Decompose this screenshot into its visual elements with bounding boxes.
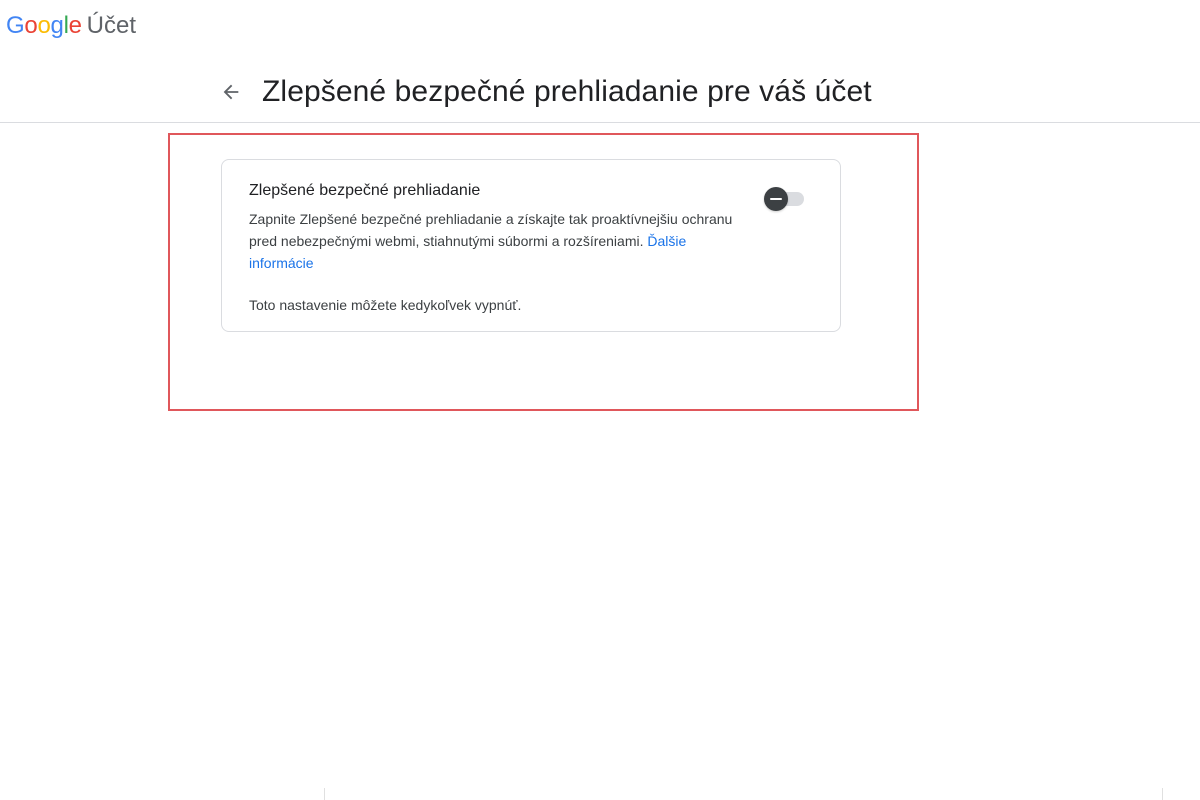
bottom-divider-left: [324, 788, 325, 800]
toggle-off-icon: [764, 187, 788, 211]
back-button[interactable]: [216, 77, 246, 107]
card-note: Toto nastavenie môžete kedykoľvek vypnúť…: [249, 297, 522, 313]
minus-icon: [770, 198, 782, 200]
card-title: Zlepšené bezpečné prehliadanie: [249, 182, 481, 199]
bottom-divider-right: [1162, 788, 1163, 800]
google-wordmark: Google: [6, 12, 82, 40]
arrow-left-icon: [223, 84, 239, 100]
enhanced-safe-browsing-toggle[interactable]: [764, 187, 806, 211]
page-header: Zlepšené bezpečné prehliadanie pre váš ú…: [216, 70, 872, 114]
logo-letter: G: [6, 12, 25, 39]
product-name: Účet: [86, 12, 137, 39]
header-divider: [0, 122, 1200, 123]
logo-letter: o: [37, 12, 51, 39]
logo-letter: e: [68, 12, 82, 39]
google-account-logo[interactable]: Google Účet: [6, 10, 136, 42]
card-description: Zapnite Zlepšené bezpečné prehliadanie a…: [249, 208, 749, 274]
enhanced-safe-browsing-card: Zlepšené bezpečné prehliadanie Zapnite Z…: [221, 159, 841, 332]
page-title: Zlepšené bezpečné prehliadanie pre váš ú…: [262, 75, 872, 108]
logo-letter: o: [24, 12, 38, 39]
logo-letter: g: [50, 12, 64, 39]
